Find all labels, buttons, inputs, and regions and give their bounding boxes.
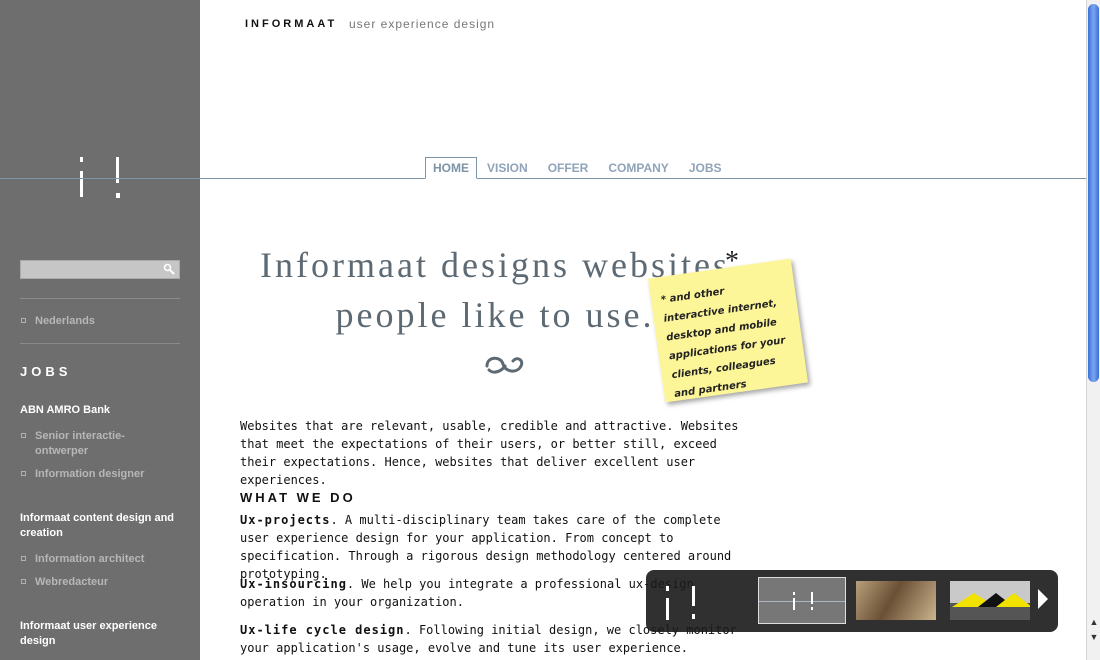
search-input[interactable]	[21, 262, 159, 280]
job-link[interactable]: Information architect	[20, 552, 170, 567]
search-icon[interactable]	[163, 263, 175, 275]
vertical-scrollbar[interactable]: ▲ ▼	[1086, 0, 1100, 660]
tab-jobs[interactable]: JOBS	[679, 157, 732, 179]
ornament-swirl-icon	[485, 356, 524, 374]
slideshow-overlay	[646, 570, 1058, 632]
sidebar-divider	[20, 298, 180, 299]
sidebar-divider	[20, 343, 180, 344]
job-group-title[interactable]: Informaat user experience design	[20, 619, 180, 649]
job-link[interactable]: Senior interactie-ontwerper	[20, 429, 170, 459]
scroll-down-arrow-icon[interactable]: ▼	[1088, 631, 1100, 643]
search-box	[20, 260, 180, 280]
tab-offer[interactable]: OFFER	[538, 157, 599, 179]
tab-vision[interactable]: VISION	[477, 157, 538, 179]
sticky-note: * and other interactive internet, deskto…	[648, 258, 808, 403]
slide-thumbnail[interactable]	[856, 581, 936, 620]
slide-thumbnail[interactable]	[758, 577, 846, 624]
informaat-logo-icon[interactable]	[664, 586, 698, 622]
service-title: Ux-projects	[240, 513, 331, 527]
scroll-up-arrow-icon[interactable]: ▲	[1088, 616, 1100, 628]
language-link-nederlands[interactable]: Nederlands	[20, 314, 170, 329]
scrollbar-thumb[interactable]	[1088, 4, 1099, 382]
main-nav: HOME VISION OFFER COMPANY JOBS	[425, 157, 732, 179]
tab-company[interactable]: COMPANY	[598, 157, 678, 179]
service-title: Ux-life cycle design	[240, 623, 405, 637]
sidebar: Nederlands JOBS ABN AMRO Bank Senior int…	[0, 0, 200, 660]
slide-thumbnail[interactable]	[950, 581, 1030, 620]
sidebar-jobs-heading: JOBS	[20, 364, 72, 379]
next-arrow-icon[interactable]	[1038, 589, 1048, 609]
brand-tagline: user experience design	[349, 17, 496, 31]
informaat-logo-icon[interactable]	[78, 157, 124, 201]
job-group-title[interactable]: Informaat content design and creation	[20, 511, 180, 541]
job-group-title[interactable]: ABN AMRO Bank	[20, 403, 180, 418]
tab-home[interactable]: HOME	[425, 157, 477, 179]
service-title: Ux-insourcing	[240, 577, 347, 591]
job-link[interactable]: Information designer	[20, 467, 170, 482]
brand-name[interactable]: INFORMAAT	[245, 18, 337, 30]
intro-paragraph: Websites that are relevant, usable, cred…	[240, 419, 739, 487]
section-heading-what-we-do: WHAT WE DO	[240, 490, 356, 505]
job-link[interactable]: Webredacteur	[20, 575, 170, 590]
